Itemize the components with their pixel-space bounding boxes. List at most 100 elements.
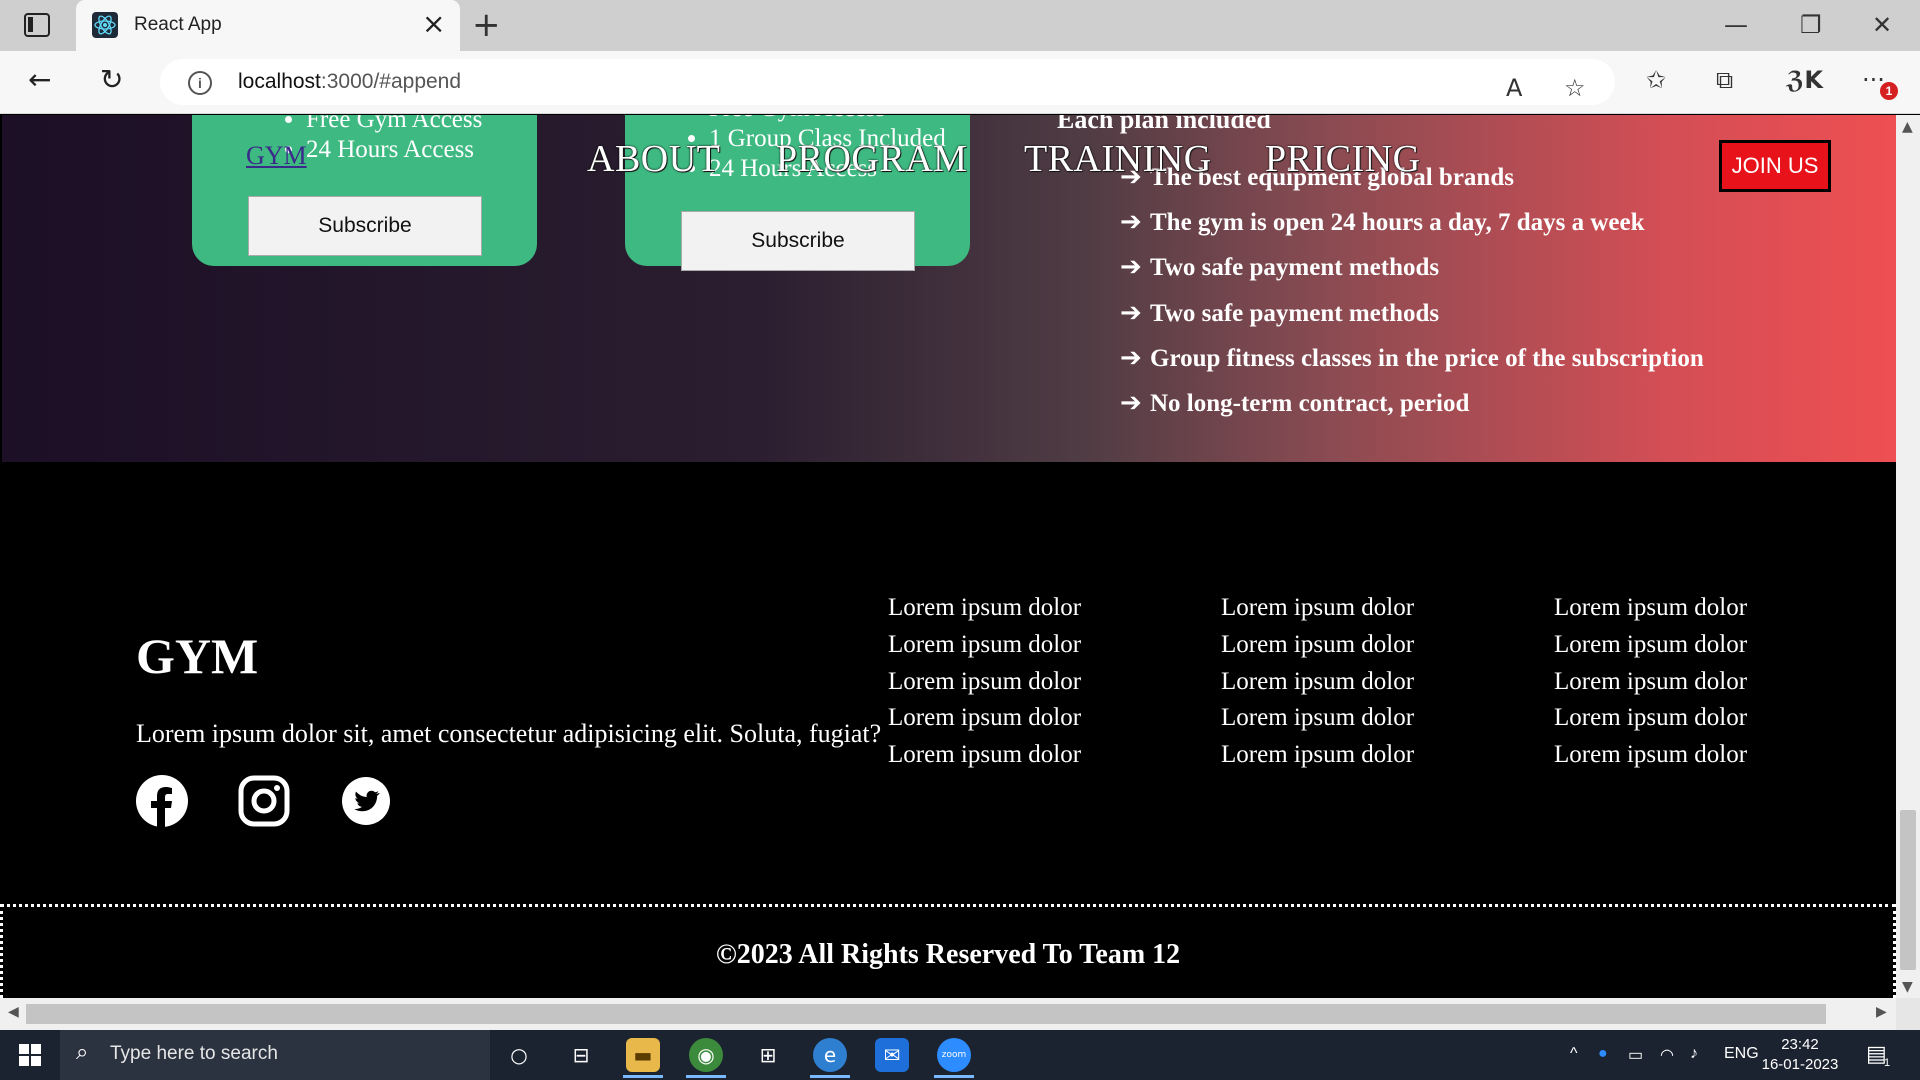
wifi-icon[interactable]: ◠ [1660,1045,1674,1065]
url-field[interactable]: i localhost:3000/#append A ☆ [160,59,1615,105]
close-window-icon[interactable]: ✕ [1872,10,1892,40]
active-indicator [686,1075,726,1078]
back-icon[interactable]: ← [28,63,51,97]
plan-card-1: Free Gym Access 24 Hours Access Subscrib… [192,115,537,266]
zoom-icon[interactable]: zoom [937,1038,971,1072]
horizontal-scroll-thumb[interactable] [26,1004,1826,1024]
nav-link-about[interactable]: ABOUT [587,137,720,181]
vertical-scrollbar[interactable]: ▲ ▼ [1896,115,1920,998]
footer-link[interactable]: Lorem ipsum dolor [1554,737,1747,774]
volume-icon[interactable]: ♪ [1690,1045,1698,1063]
refresh-icon[interactable]: ↻ [100,63,123,97]
arrow-right-icon: ➔ [1120,207,1142,237]
active-indicator [623,1075,663,1078]
cortana-icon[interactable]: ○ [502,1038,536,1072]
close-tab-icon[interactable]: × [422,10,445,38]
copyright-text: ©2023 All Rights Reserved To Team 12 [715,939,1181,970]
footer-link[interactable]: Lorem ipsum dolor [888,700,1081,737]
plan-feature: 24 Hours Access [306,135,482,165]
join-us-button[interactable]: JOIN US [1719,140,1831,192]
page-viewport: Free Gym Access 24 Hours Access Subscrib… [0,115,1896,998]
included-item: Group fitness classes in the price of th… [1150,345,1704,372]
nav-link-training[interactable]: TRAINING [1024,137,1212,181]
restore-icon[interactable]: ❐ [1800,10,1822,40]
footer-column-2: Lorem ipsum dolor Lorem ipsum dolor Lore… [1221,590,1414,774]
included-item: No long-term contract, period [1150,390,1470,417]
language-indicator[interactable]: ENG [1724,1045,1759,1063]
footer-link[interactable]: Lorem ipsum dolor [888,664,1081,701]
chrome-icon[interactable]: ◉ [689,1038,723,1072]
included-title: Each plan included [1057,115,1271,134]
vertical-scroll-thumb[interactable] [1900,810,1916,970]
zoom-tray-icon[interactable]: ● [1598,1045,1608,1063]
nav-link-program[interactable]: PROGRAM [776,137,967,181]
footer-link[interactable]: Lorem ipsum dolor [1221,700,1414,737]
battery-icon[interactable]: ▭ [1628,1045,1643,1065]
footer-link[interactable]: Lorem ipsum dolor [1221,590,1414,627]
clock[interactable]: 23:42 16-01-2023 [1760,1035,1840,1075]
instagram-icon[interactable] [238,775,290,827]
twitter-icon[interactable] [342,777,390,825]
plan-feature: Free Gym Access [306,115,482,135]
store-icon[interactable]: ⊞ [751,1038,785,1072]
favorites-icon[interactable]: ✩ [1646,65,1666,95]
copyright-bar: ©2023 All Rights Reserved To Team 12 [0,904,1896,998]
footer-link[interactable]: Lorem ipsum dolor [1554,627,1747,664]
notification-badge: 1 [1880,82,1898,100]
footer-link[interactable]: Lorem ipsum dolor [1221,737,1414,774]
tab-actions-icon[interactable] [24,13,50,37]
footer-brand: GYM [136,628,259,684]
subscribe-button[interactable]: Subscribe [681,211,915,271]
footer-link[interactable]: Lorem ipsum dolor [888,737,1081,774]
active-indicator [810,1075,850,1078]
arrow-right-icon: ➔ [1120,252,1142,282]
collections-icon[interactable]: ⧉ [1716,65,1733,95]
add-favorite-icon[interactable]: ☆ [1564,73,1586,103]
facebook-icon[interactable] [136,775,188,827]
tab-title: React App [134,14,222,35]
arrow-right-icon: ➔ [1120,298,1142,328]
site-info-icon[interactable]: i [188,71,212,95]
browser-tab[interactable]: React App × [76,0,460,51]
file-explorer-icon[interactable]: ▬ [626,1038,660,1072]
footer-link[interactable]: Lorem ipsum dolor [888,590,1081,627]
scroll-down-icon[interactable]: ▼ [1902,979,1913,995]
browser-tab-bar: React App × + — ❐ ✕ [0,0,1920,51]
search-placeholder: Type here to search [110,1043,278,1064]
footer-link[interactable]: Lorem ipsum dolor [1554,590,1747,627]
taskbar-search-input[interactable]: ⌕ Type here to search [60,1030,490,1080]
scroll-left-icon[interactable]: ◀ [8,1004,19,1020]
windows-start-icon[interactable] [19,1044,41,1066]
footer-link[interactable]: Lorem ipsum dolor [1554,664,1747,701]
horizontal-scrollbar[interactable]: ◀ ▶ [0,998,1896,1030]
read-aloud-icon[interactable]: A [1506,73,1522,103]
new-tab-icon[interactable]: + [472,8,501,42]
scroll-right-icon[interactable]: ▶ [1876,1004,1887,1020]
address-bar-row: ← ↻ i localhost:3000/#append A ☆ ✩ ⧉ ℨK … [0,51,1920,114]
search-icon: ⌕ [76,1040,89,1065]
scroll-up-icon[interactable]: ▲ [1902,119,1913,135]
included-item: Two safe payment methods [1150,254,1440,281]
footer-column-1: Lorem ipsum dolor Lorem ipsum dolor Lore… [888,590,1081,774]
subscribe-button[interactable]: Subscribe [248,196,482,256]
included-item: The gym is open 24 hours a day, 7 days a… [1150,209,1645,236]
plan-1-features: Free Gym Access 24 Hours Access [192,115,482,165]
react-logo-icon [92,12,118,38]
active-indicator [934,1075,974,1078]
mail-icon[interactable]: ✉ [875,1038,909,1072]
profile-avatar[interactable]: ℨK [1786,65,1823,95]
clock-date: 16-01-2023 [1761,1056,1839,1073]
show-hidden-icons-icon[interactable]: ^ [1570,1045,1578,1063]
profile-initials: K [1804,66,1823,94]
edge-icon[interactable]: e [813,1038,847,1072]
footer-link[interactable]: Lorem ipsum dolor [1221,664,1414,701]
site-logo-link[interactable]: GYM [246,141,307,171]
footer-link[interactable]: Lorem ipsum dolor [1554,700,1747,737]
footer-link[interactable]: Lorem ipsum dolor [888,627,1081,664]
task-view-icon[interactable]: ⊟ [564,1038,598,1072]
footer-column-3: Lorem ipsum dolor Lorem ipsum dolor Lore… [1554,590,1747,774]
nav-link-pricing[interactable]: PRICING [1265,137,1421,181]
footer-link[interactable]: Lorem ipsum dolor [1221,627,1414,664]
plan-feature: Free Gym Access [709,115,946,124]
minimize-icon[interactable]: — [1724,10,1748,40]
